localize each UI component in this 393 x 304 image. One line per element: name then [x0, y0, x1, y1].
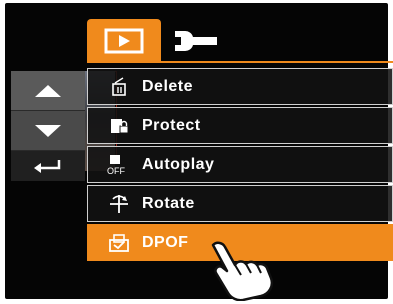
playback-icon: [104, 28, 144, 54]
menu-item-label: DPOF: [142, 233, 189, 251]
scroll-up-button[interactable]: [11, 71, 85, 111]
menu-item-rotate[interactable]: Rotate: [87, 185, 393, 222]
tab-bar: [87, 19, 393, 63]
menu-item-label: Autoplay: [142, 155, 215, 173]
rotate-icon: [102, 193, 136, 215]
menu-item-label: Rotate: [142, 194, 195, 212]
menu-item-protect[interactable]: Protect: [87, 107, 393, 144]
arrow-up-icon: [35, 84, 61, 97]
autoplay-icon: OFF: [102, 154, 136, 176]
menu-item-label: Protect: [142, 116, 201, 134]
dpof-icon: [102, 233, 136, 253]
protect-icon: [102, 116, 136, 136]
camera-screen: Delete Protect OFF Autoplay Rotate DPOF: [5, 3, 393, 301]
playback-menu: Delete Protect OFF Autoplay Rotate DPOF: [87, 68, 393, 264]
autoplay-off-text: OFF: [107, 166, 125, 176]
trash-icon: [102, 76, 136, 97]
side-panel: [11, 71, 85, 181]
menu-item-delete[interactable]: Delete: [87, 68, 393, 105]
menu-item-label: Delete: [142, 77, 194, 95]
tab-setup[interactable]: [165, 19, 225, 63]
return-icon: [34, 160, 61, 173]
wrench-icon: [175, 30, 217, 52]
menu-item-autoplay[interactable]: OFF Autoplay: [87, 146, 393, 183]
return-button[interactable]: [11, 151, 85, 181]
tab-underline: [87, 61, 393, 63]
arrow-down-icon: [35, 124, 61, 137]
pointing-hand-icon: [211, 241, 274, 301]
scroll-down-button[interactable]: [11, 111, 85, 151]
tab-playback[interactable]: [87, 19, 161, 63]
